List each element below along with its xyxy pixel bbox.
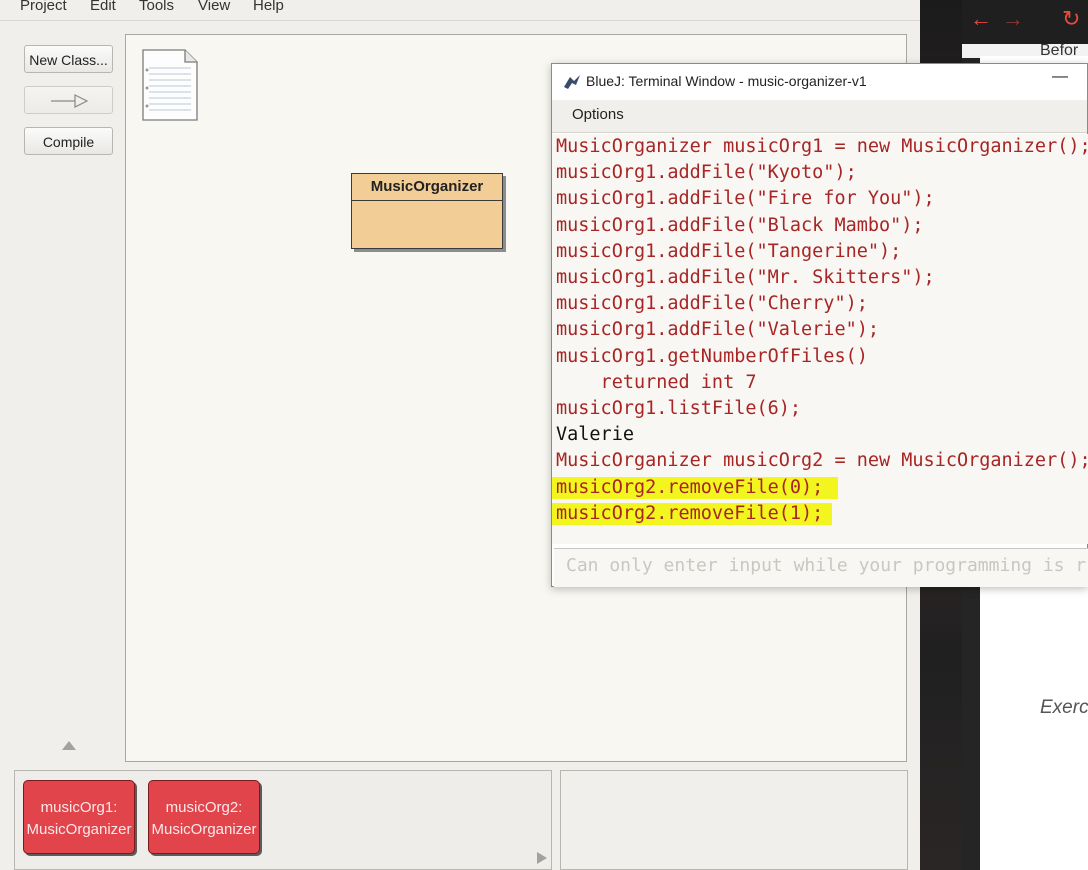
object-type-label: MusicOrganizer — [151, 821, 257, 838]
main-menubar: Project Edit Tools View Help — [0, 0, 920, 21]
terminal-input-placeholder: Can only enter input while your programm… — [566, 555, 1087, 576]
terminal-command-line: musicOrg1.addFile("Tangerine"); — [556, 240, 902, 262]
object-name-label: musicOrg2: — [165, 799, 243, 816]
class-musicorganizer[interactable]: MusicOrganizer — [351, 173, 503, 249]
menu-view[interactable]: View — [198, 0, 230, 14]
minimize-button[interactable]: — — [1052, 68, 1068, 86]
terminal-title: BlueJ: Terminal Window - music-organizer… — [586, 73, 867, 89]
terminal-command-line: musicOrg2.removeFile(0); — [556, 476, 824, 498]
readme-document-icon[interactable] — [141, 48, 198, 121]
terminal-command-line: musicOrg1.listFile(6); — [556, 398, 802, 419]
scroll-right-arrow-icon[interactable] — [537, 852, 547, 864]
terminal-command-line: MusicOrganizer musicOrg2 = new MusicOrga… — [556, 450, 1088, 472]
terminal-command-line: musicOrg2.removeFile(1); — [556, 502, 824, 524]
menu-tools[interactable]: Tools — [139, 0, 174, 14]
back-arrow-icon[interactable]: ← — [970, 6, 992, 32]
terminal-input-field[interactable]: Can only enter input while your programm… — [554, 548, 1088, 587]
terminal-output[interactable]: MusicOrganizer musicOrg1 = new MusicOrga… — [552, 134, 1088, 544]
object-musicorg1[interactable]: musicOrg1: MusicOrganizer — [23, 780, 135, 854]
terminal-window: BlueJ: Terminal Window - music-organizer… — [551, 63, 1088, 587]
terminal-command-line: musicOrg1.addFile("Valerie"); — [556, 319, 880, 341]
compile-button[interactable]: Compile — [24, 127, 113, 155]
terminal-output-line: Valerie — [556, 424, 634, 446]
terminal-command-line: musicOrg1.addFile("Black Mambo"); — [556, 214, 924, 236]
terminal-command-line: musicOrg1.addFile("Mr. Skitters"); — [556, 267, 935, 288]
terminal-titlebar[interactable]: BlueJ: Terminal Window - music-organizer… — [552, 64, 1087, 100]
terminal-command-line: returned int 7 — [556, 371, 757, 393]
menu-project[interactable]: Project — [20, 0, 67, 14]
terminal-command-line: MusicOrganizer musicOrg1 = new MusicOrga… — [556, 136, 1088, 157]
reload-icon[interactable]: ↻ — [1062, 6, 1080, 32]
terminal-menubar: Options — [552, 100, 1087, 133]
new-inheritance-button[interactable] — [24, 86, 113, 114]
menu-options[interactable]: Options — [572, 106, 624, 123]
browser-toolbar: ← → ↻ — [962, 0, 1088, 44]
forward-arrow-icon[interactable]: → — [1002, 6, 1024, 32]
object-name-label: musicOrg1: — [40, 799, 118, 816]
terminal-command-line: musicOrg1.getNumberOfFiles() — [556, 345, 868, 367]
menu-edit[interactable]: Edit — [90, 0, 116, 14]
terminal-command-line: musicOrg1.addFile("Fire for You"); — [556, 188, 935, 210]
object-type-label: MusicOrganizer — [26, 821, 132, 838]
codepad-panel[interactable] — [560, 770, 908, 870]
collapse-up-arrow-icon[interactable] — [62, 741, 76, 750]
browser-page-text-fragment: Exerc — [1040, 697, 1088, 718]
class-name-label: MusicOrganizer — [352, 174, 502, 201]
browser-page-heading-fragment: Befor — [1040, 42, 1079, 59]
bluej-bird-icon — [564, 75, 580, 89]
terminal-command-line: musicOrg1.addFile("Cherry"); — [556, 293, 868, 315]
object-musicorg2[interactable]: musicOrg2: MusicOrganizer — [148, 780, 260, 854]
new-class-button[interactable]: New Class... — [24, 45, 113, 73]
menu-help[interactable]: Help — [253, 0, 284, 14]
terminal-command-line: musicOrg1.addFile("Kyoto"); — [556, 162, 857, 184]
inheritance-arrow-icon — [50, 94, 88, 108]
